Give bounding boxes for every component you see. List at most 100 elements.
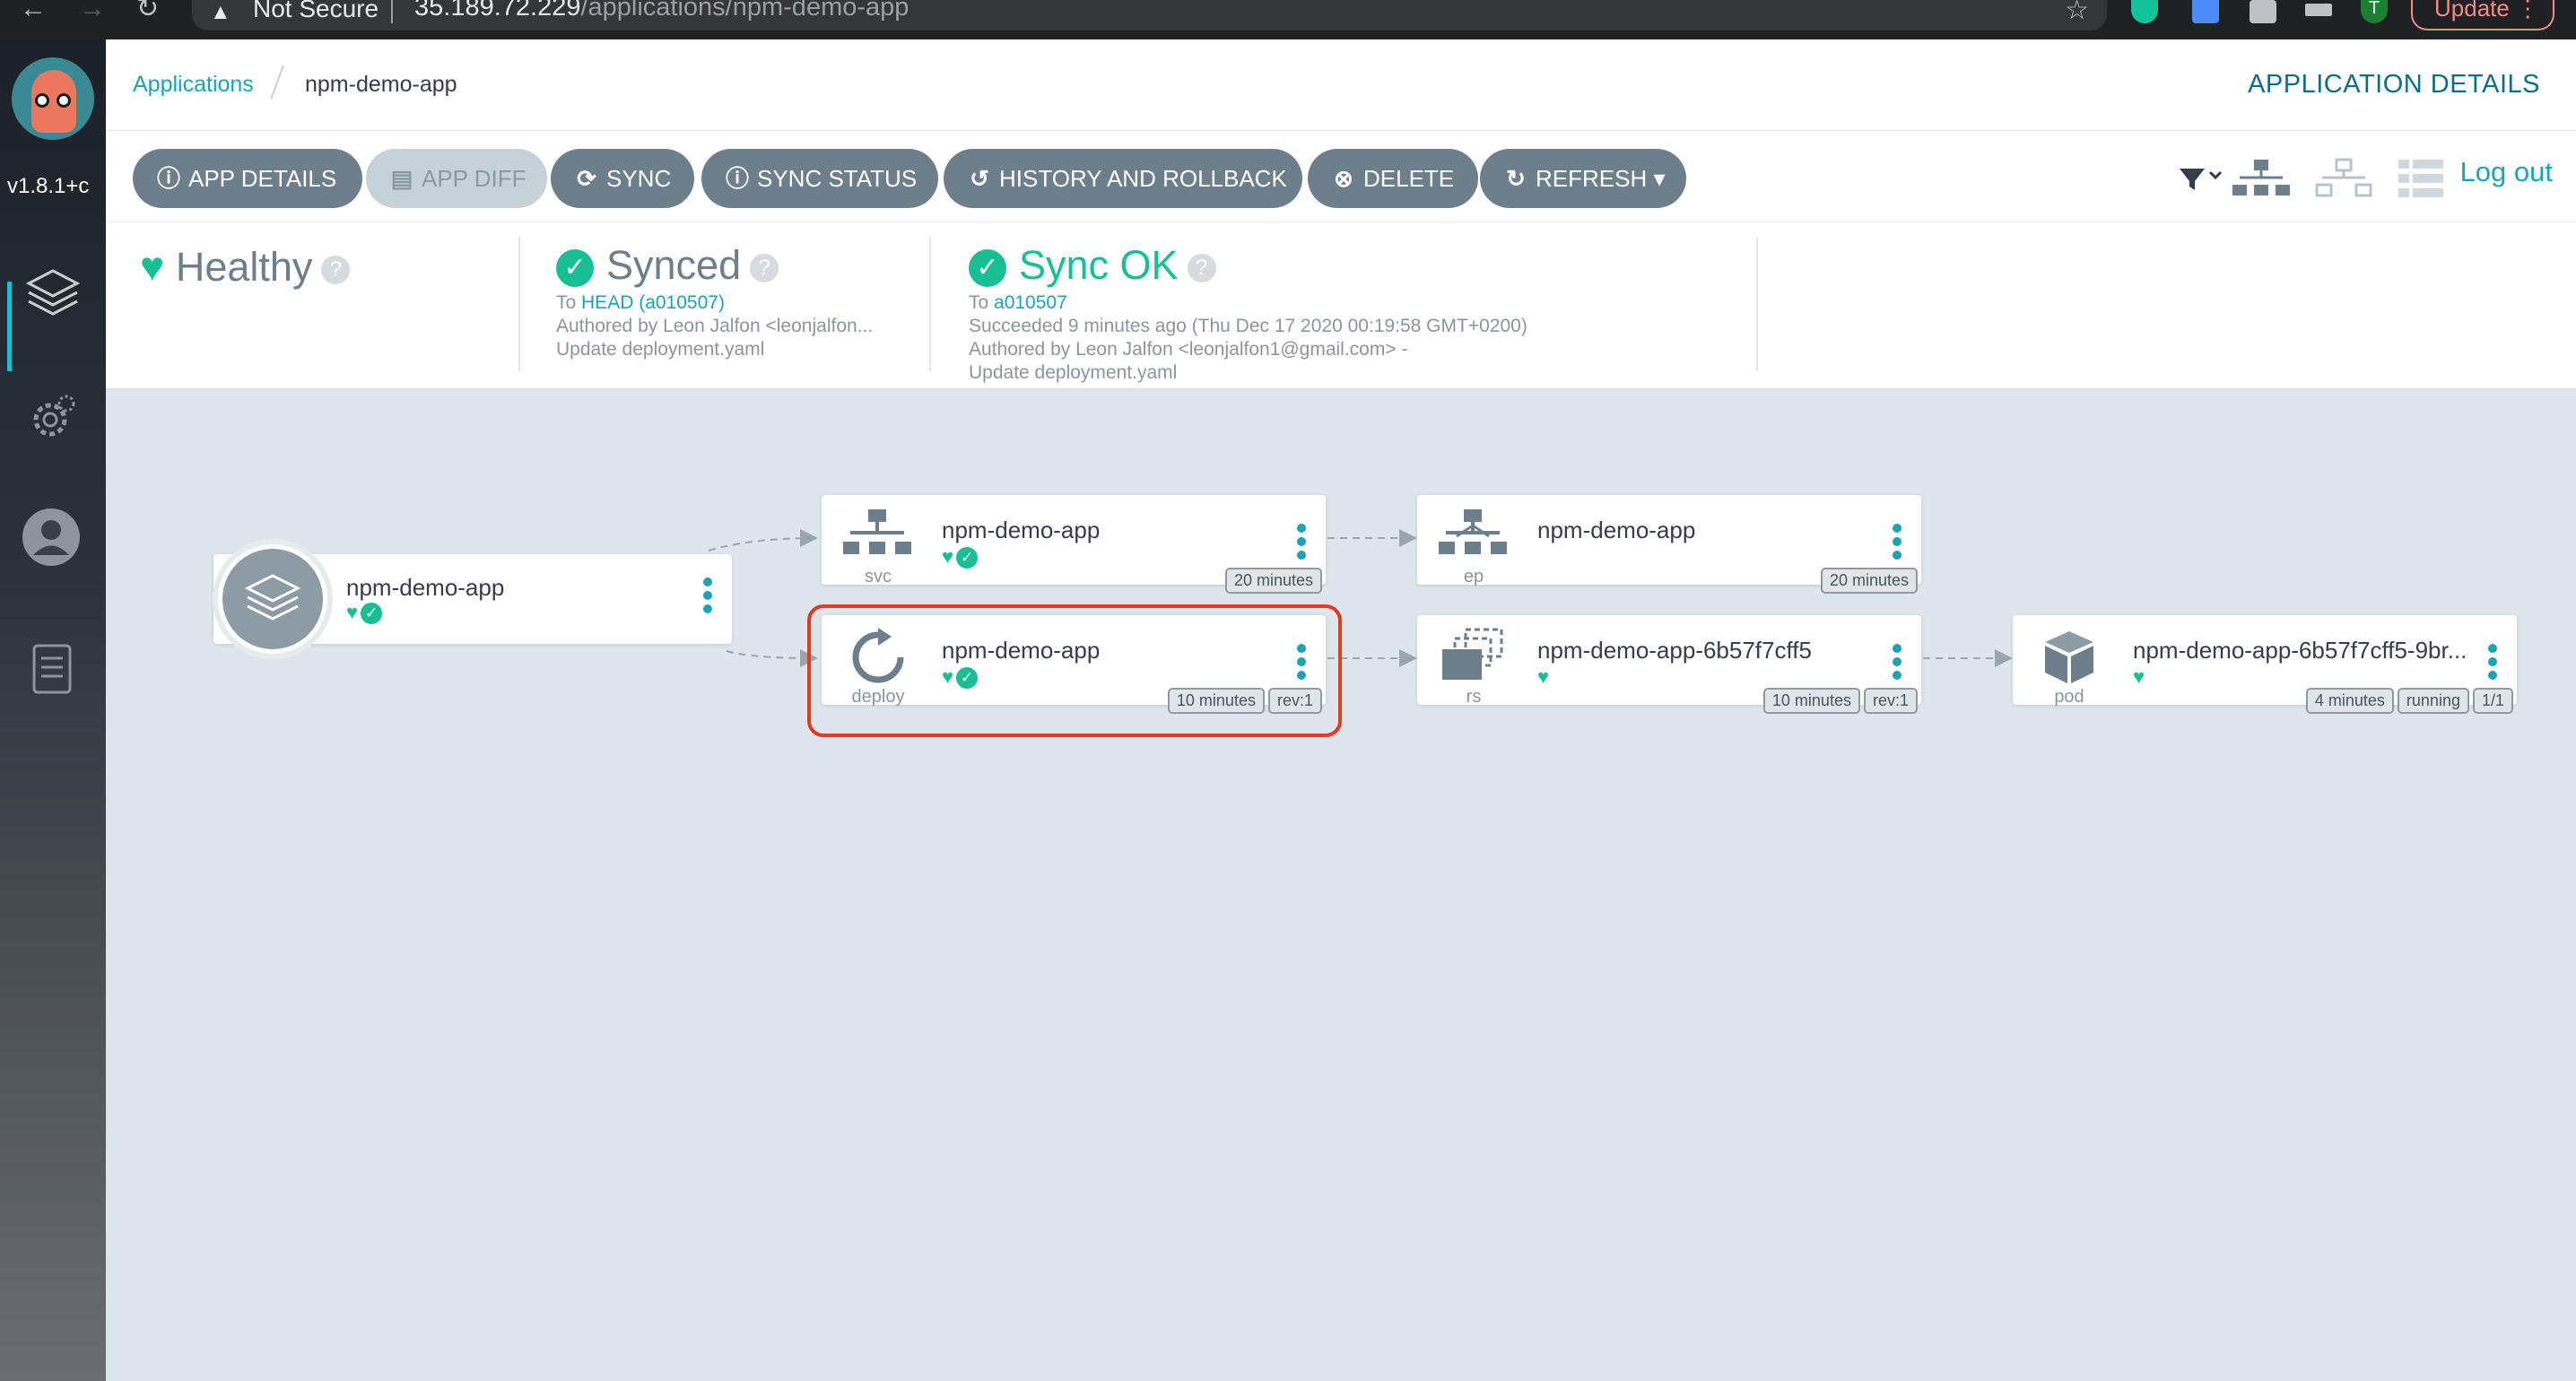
reload-icon[interactable]: ↻ — [136, 0, 159, 25]
help-icon: ? — [1187, 254, 1216, 283]
breadcrumb-applications-link[interactable]: Applications — [133, 72, 254, 98]
filter-icon[interactable] — [2176, 158, 2226, 199]
refresh-button[interactable]: ↻ REFRESH ▾ — [1480, 149, 1686, 208]
applications-layers-icon[interactable] — [22, 262, 84, 325]
node-kind-label: ep — [1463, 567, 1484, 586]
grammarly-extension-icon[interactable] — [2131, 0, 2158, 23]
app-diff-button[interactable]: ▤ APP DIFF — [366, 149, 547, 208]
back-icon[interactable]: ← — [20, 0, 47, 25]
health-status[interactable]: ♥ Healthy? — [140, 242, 351, 291]
status-divider — [1756, 237, 1758, 371]
age-tag: 20 minutes — [1820, 568, 1918, 594]
node-kind-label: rs — [1466, 687, 1482, 707]
node-status: ♥ — [1537, 665, 1549, 689]
operation-message: Update deployment.yaml — [969, 362, 1178, 383]
node-tags: 20 minutes — [1817, 568, 1918, 594]
service-icon — [843, 509, 911, 554]
operation-revision-link[interactable]: a010507 — [994, 292, 1067, 313]
profile-avatar[interactable]: T — [2361, 0, 2388, 23]
user-profile-icon[interactable] — [22, 506, 84, 569]
node-menu-icon[interactable] — [1893, 644, 1902, 684]
sync-status[interactable]: ✓ Synced? — [556, 242, 779, 289]
heart-icon: ♥ — [1537, 665, 1550, 688]
sync-button[interactable]: ⟳ SYNC — [551, 149, 694, 208]
node-menu-icon[interactable] — [2488, 644, 2497, 684]
heart-icon: ♥ — [140, 243, 165, 290]
file-diff-icon: ▤ — [390, 165, 413, 192]
media-controls-icon[interactable] — [2305, 4, 2332, 16]
endpoint-icon — [1439, 509, 1507, 554]
highlight-annotation — [807, 604, 1342, 737]
age-tag: 4 minutes — [2305, 688, 2394, 714]
node-kind-label: svc — [865, 567, 892, 586]
argo-logo[interactable] — [12, 57, 94, 140]
sync-status-button[interactable]: ⓘ SYNC STATUS — [701, 149, 938, 208]
status-divider — [929, 237, 931, 371]
node-menu-icon[interactable] — [1893, 524, 1902, 564]
revision-tag: rev:1 — [1863, 688, 1918, 714]
graph-node-ep[interactable]: ep npm-demo-app 20 minutes — [1417, 495, 1921, 594]
help-icon: ? — [321, 256, 351, 285]
graph-node-pod[interactable]: pod npm-demo-app-6b57f7cff5-9br... ♥ 4 m… — [2013, 615, 2517, 714]
info-icon: ⓘ — [725, 165, 749, 192]
node-tags: 4 minutes running 1/1 — [2302, 688, 2513, 714]
version-label: v1.8.1+c — [7, 174, 90, 198]
forward-icon[interactable]: → — [79, 0, 106, 25]
active-nav-indicator — [7, 282, 12, 371]
page-title: APPLICATION DETAILS — [2248, 70, 2540, 99]
node-status: ♥ ✓ — [942, 545, 979, 569]
age-tag: 10 minutes — [1762, 688, 1860, 714]
heart-icon: ♥ — [346, 601, 359, 623]
help-icon: ? — [750, 254, 779, 283]
url-text[interactable]: 35.189.72.229/applications/npm-demo-app — [414, 0, 909, 22]
sync-revision-link[interactable]: HEAD (a010507) — [581, 292, 725, 313]
security-label: Not Secure — [253, 0, 379, 22]
vpn-extension-icon[interactable] — [2192, 0, 2219, 23]
check-circle-icon: ✓ — [956, 547, 979, 569]
sync-revision: To HEAD (a010507) — [556, 292, 725, 313]
node-name: npm-demo-app — [942, 517, 1101, 543]
status-divider — [518, 237, 520, 371]
sidebar: v1.8.1+c — [0, 39, 106, 1381]
sync-icon: ⟳ — [577, 165, 596, 192]
breadcrumb-current: npm-demo-app — [305, 72, 457, 97]
application-node-menu[interactable] — [694, 578, 721, 613]
delete-button[interactable]: ⊗ DELETE — [1308, 149, 1478, 208]
network-view-icon[interactable] — [2314, 158, 2373, 199]
chevron-down-icon: ▾ — [1653, 165, 1666, 192]
refresh-icon: ↻ — [1506, 165, 1526, 192]
address-bar[interactable]: ▲ Not Secure 35.189.72.229/applications/… — [192, 0, 2107, 30]
graph-node-svc[interactable]: svc npm-demo-app ♥ ✓ 20 minutes — [822, 495, 1326, 594]
pod-cube-icon — [2045, 631, 2093, 683]
graph-node-rs[interactable]: rs npm-demo-app-6b57f7cff5 ♥ 10 minutes r… — [1417, 615, 1921, 714]
browser-toolbar: ← → ↻ ▲ Not Secure 35.189.72.229/applica… — [0, 0, 2576, 39]
browser-update-button[interactable]: Update ⋮ — [2411, 0, 2554, 30]
delete-icon: ⊗ — [1334, 165, 1353, 192]
node-tags: 10 minutes rev:1 — [1760, 688, 1918, 714]
breadcrumb-separator — [270, 65, 284, 100]
sync-message: Update deployment.yaml — [556, 339, 765, 360]
check-circle-icon: ✓ — [969, 249, 1006, 288]
extensions-puzzle-icon[interactable] — [2250, 0, 2276, 23]
list-view-icon[interactable] — [2398, 158, 2443, 199]
logout-link[interactable]: Log out — [2460, 156, 2553, 188]
node-name: npm-demo-app-6b57f7cff5-9br... — [2133, 637, 2467, 664]
history-rollback-button[interactable]: ↺ HISTORY AND ROLLBACK — [944, 149, 1302, 208]
node-tags: 20 minutes — [1222, 568, 1322, 594]
operation-revision: To a010507 — [969, 292, 1067, 313]
check-circle-icon: ✓ — [361, 603, 383, 625]
bookmark-star-icon[interactable]: ☆ — [2065, 0, 2089, 26]
resource-tree-graph: npm-demo-app ♥ ✓ svc npm-demo-app ♥ ✓ 20 m… — [106, 389, 2576, 1381]
settings-gear-icon[interactable] — [22, 386, 84, 448]
age-tag: 20 minutes — [1224, 568, 1322, 594]
operation-status[interactable]: ✓ Sync OK? — [969, 242, 1216, 289]
node-name: npm-demo-app — [1537, 517, 1696, 543]
application-node-status: ♥ ✓ — [346, 601, 383, 625]
heart-icon: ♥ — [2133, 665, 2145, 688]
app-details-button[interactable]: ⓘ APP DETAILS — [133, 149, 362, 208]
documentation-icon[interactable] — [22, 638, 84, 701]
node-menu-icon[interactable] — [1297, 524, 1306, 564]
node-status: ♥ — [2133, 665, 2145, 689]
address-divider — [391, 0, 393, 23]
tree-view-icon[interactable] — [2232, 158, 2291, 199]
